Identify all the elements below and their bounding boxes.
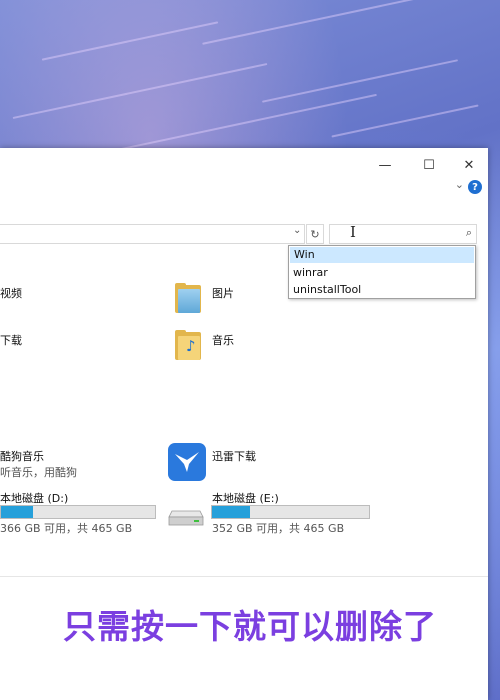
text-cursor-icon: I <box>350 223 356 241</box>
refresh-button[interactable]: ↻ <box>306 224 324 244</box>
drive-e-usage-bar <box>211 505 370 519</box>
close-button[interactable]: ✕ <box>452 154 486 176</box>
hard-drive-icon[interactable] <box>168 505 204 527</box>
suggestion-item[interactable]: uninstallTool <box>289 281 475 298</box>
address-dropdown-icon[interactable]: ⌄ <box>293 225 301 236</box>
app-label-kugou[interactable]: 酷狗音乐 <box>0 448 44 464</box>
minimize-button[interactable]: — <box>368 154 402 176</box>
search-input[interactable]: I ⌕ <box>329 223 477 244</box>
help-icon[interactable]: ? <box>468 180 482 194</box>
ribbon-expand-icon[interactable]: ⌄ <box>455 178 464 191</box>
xunlei-app-icon[interactable] <box>168 443 206 481</box>
folder-label-videos[interactable]: 视频 <box>0 285 22 301</box>
folder-label-downloads[interactable]: 下载 <box>0 332 22 348</box>
music-note-icon: ♪ <box>186 337 196 355</box>
drive-label-e[interactable]: 本地磁盘 (E:) <box>212 490 279 506</box>
drive-e-space: 352 GB 可用，共 465 GB <box>212 522 345 535</box>
drive-d-usage-bar <box>0 505 156 519</box>
app-sub-kugou: 听音乐，用酷狗 <box>0 466 77 479</box>
app-label-xunlei[interactable]: 迅雷下载 <box>212 448 256 464</box>
search-suggestions-dropdown: Win winrar uninstallTool <box>288 245 476 299</box>
folder-label-pictures[interactable]: 图片 <box>212 285 234 301</box>
drive-label-d[interactable]: 本地磁盘 (D:) <box>0 490 68 506</box>
section-divider <box>0 576 488 577</box>
pictures-folder-icon[interactable] <box>175 283 201 313</box>
video-subtitle: 只需按一下就可以删除了 <box>63 607 437 646</box>
suggestion-item[interactable]: Win <box>290 247 474 263</box>
suggestion-item[interactable]: winrar <box>289 264 475 281</box>
music-folder-icon[interactable]: ♪ <box>175 330 201 360</box>
drive-d-space: 366 GB 可用，共 465 GB <box>0 522 133 535</box>
refresh-icon: ↻ <box>310 227 320 241</box>
address-bar[interactable] <box>0 224 305 244</box>
search-icon[interactable]: ⌕ <box>466 226 472 240</box>
folder-label-music[interactable]: 音乐 <box>212 332 234 348</box>
drive-e-usage-fill <box>212 506 250 518</box>
maximize-button[interactable]: ☐ <box>412 154 446 176</box>
drive-d-usage-fill <box>1 506 34 518</box>
